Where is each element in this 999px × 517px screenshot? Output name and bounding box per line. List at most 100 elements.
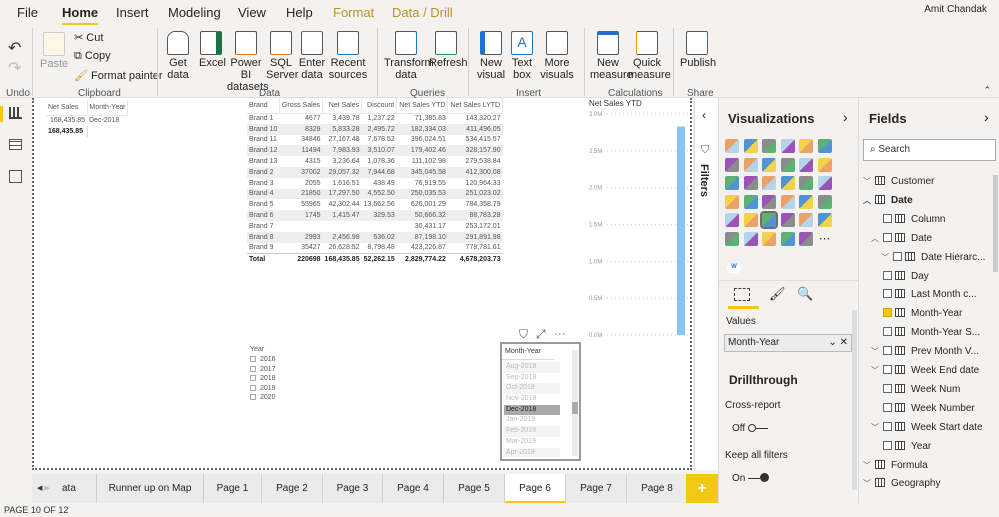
- checkbox[interactable]: [883, 421, 892, 431]
- clustered-bar-icon[interactable]: [762, 139, 776, 153]
- field-item[interactable]: ﹀Week Number: [871, 402, 975, 414]
- field-item[interactable]: ﹀Month-Year: [871, 308, 962, 319]
- transform-data-button[interactable]: Transform data: [384, 31, 434, 81]
- ribbon-tab[interactable]: Home: [62, 5, 99, 25]
- slicer-item[interactable]: Jan-2019: [504, 415, 560, 427]
- ribbon-tab[interactable]: Insert: [116, 5, 149, 20]
- chevron-down-icon[interactable]: ﹀: [881, 252, 893, 263]
- chevron-right-icon[interactable]: ›: [984, 109, 989, 125]
- bar[interactable]: [677, 126, 685, 335]
- page-scroll-arrows[interactable]: ◀ ▶: [32, 474, 62, 503]
- kpi-icon[interactable]: [725, 213, 739, 227]
- slicer-item[interactable]: 2017: [250, 365, 276, 375]
- field-item[interactable]: ﹀Month-Year S...: [871, 327, 980, 338]
- power-bi-datasets-button[interactable]: Power BI datasets: [227, 31, 269, 93]
- slicer-item[interactable]: Sep-2018: [504, 372, 560, 384]
- slicer-item[interactable]: 2018: [250, 374, 276, 384]
- page-tab[interactable]: Page 3: [323, 474, 383, 503]
- page-tab[interactable]: Runner up on Map: [97, 474, 204, 503]
- chevron-down-icon[interactable]: ﹀: [863, 176, 875, 187]
- add-page-button[interactable]: +: [686, 474, 718, 503]
- field-item[interactable]: ︿ Date: [871, 232, 932, 244]
- decomposition-tree-icon[interactable]: [743, 231, 758, 246]
- column-header[interactable]: Gross Sales: [279, 98, 324, 114]
- publish-button[interactable]: Publish: [680, 31, 716, 69]
- arcgis-icon[interactable]: [780, 231, 795, 246]
- data-view-icon[interactable]: [9, 139, 22, 150]
- field-item[interactable]: ﹀Year: [871, 440, 931, 452]
- slicer-item[interactable]: 2020: [250, 393, 276, 403]
- field-item[interactable]: ﹀ Customer: [863, 176, 934, 187]
- ribbon-tab[interactable]: Modeling: [168, 5, 221, 20]
- column-header[interactable]: Net Sales LYTD: [447, 98, 504, 114]
- format-painter-button[interactable]: 🖌 Format painter: [74, 69, 163, 82]
- page-tab[interactable]: Page 4: [383, 474, 444, 503]
- more-visuals-button[interactable]: More visuals: [538, 31, 576, 81]
- month-year-slicer[interactable]: Month-Year Aug-2018 Sep-2018 Oct-2018 Nov-2…: [500, 342, 581, 461]
- checkbox[interactable]: [883, 440, 892, 450]
- slicer-item[interactable]: 2016: [250, 355, 276, 365]
- sql-server-button[interactable]: SQL Server: [266, 31, 298, 81]
- slicer-item[interactable]: Dec-2018: [504, 404, 560, 416]
- slicer-item[interactable]: 2019: [250, 384, 276, 394]
- year-slicer[interactable]: Year 2016 2017 2018 2019 2020: [250, 346, 276, 403]
- chevron-right-icon[interactable]: ›: [843, 109, 848, 125]
- card-table[interactable]: Net Sales Month-Year 168,435.85 Dec-2018 1…: [46, 100, 129, 137]
- field-item[interactable]: ﹀ Week End date: [871, 365, 979, 376]
- excel-button[interactable]: Excel: [199, 31, 226, 69]
- chevron-down-icon[interactable]: ﹀: [871, 346, 883, 357]
- checkbox[interactable]: [250, 384, 256, 391]
- area-chart-icon[interactable]: [743, 157, 758, 172]
- undo-icon[interactable]: ↶: [8, 38, 21, 58]
- r-visual-icon[interactable]: [799, 213, 813, 227]
- checkbox[interactable]: [883, 346, 892, 356]
- checkbox[interactable]: [883, 232, 892, 242]
- line-chart-icon[interactable]: [725, 157, 739, 172]
- new-visual-button[interactable]: New visual: [476, 31, 506, 81]
- checkbox[interactable]: [883, 383, 892, 393]
- page-tab[interactable]: Page 2: [262, 474, 323, 503]
- field-item[interactable]: ﹀Column: [871, 213, 945, 225]
- field-item[interactable]: ﹀ Formula: [863, 459, 928, 471]
- more-visuals-icon[interactable]: ⋯: [818, 232, 832, 246]
- slicer-item[interactable]: Oct-2018: [504, 383, 560, 395]
- column-header[interactable]: Discount: [361, 98, 398, 114]
- filters-pane-collapsed[interactable]: ‹ ⛉ Filters: [694, 98, 718, 470]
- get-data-button[interactable]: Get data: [163, 31, 193, 81]
- page-tab[interactable]: Page 5: [444, 474, 505, 503]
- checkbox[interactable]: [883, 327, 892, 337]
- page-tab[interactable]: ata: [62, 474, 97, 503]
- field-item[interactable]: ﹀Day: [871, 270, 929, 282]
- copy-button[interactable]: ⧉ Copy: [74, 50, 111, 63]
- enter-data-button[interactable]: Enter data: [298, 31, 326, 81]
- checkbox[interactable]: [883, 308, 892, 318]
- slicer-icon[interactable]: [743, 213, 758, 227]
- fields-search-input[interactable]: ⌕ Search: [863, 139, 996, 161]
- filled-map-icon[interactable]: [743, 194, 758, 209]
- checkbox[interactable]: [883, 289, 892, 299]
- page-tab[interactable]: Page 1: [204, 474, 262, 503]
- stacked-column-icon[interactable]: [743, 139, 758, 153]
- checkbox[interactable]: [250, 365, 256, 372]
- slicer-item[interactable]: Nov-2018: [504, 394, 560, 405]
- treemap-icon[interactable]: [817, 176, 832, 190]
- clustered-column-icon[interactable]: [780, 139, 795, 153]
- column-header[interactable]: Net Sales: [322, 98, 363, 114]
- python-visual-icon[interactable]: [817, 213, 832, 227]
- 100-column-icon[interactable]: [817, 139, 832, 153]
- field-item[interactable]: ﹀ Date Hierarc...: [881, 251, 985, 263]
- remove-field-icon[interactable]: ⌄ ✕: [828, 335, 848, 351]
- values-field-well[interactable]: Month-Year ⌄ ✕: [724, 334, 852, 352]
- funnel-icon[interactable]: [743, 176, 758, 190]
- ribbon-tab[interactable]: Help: [286, 5, 313, 20]
- slicer-item[interactable]: Aug-2018: [504, 362, 560, 373]
- 100-bar-icon[interactable]: [799, 139, 813, 153]
- checkbox[interactable]: [883, 365, 892, 374]
- checkbox[interactable]: [250, 356, 256, 362]
- stacked-bar-icon[interactable]: [725, 139, 739, 153]
- custom-visual-icon[interactable]: W: [727, 264, 741, 273]
- keep-filters-toggle[interactable]: On: [732, 473, 770, 484]
- field-item[interactable]: ﹀ Week Start date: [871, 421, 983, 433]
- column-header[interactable]: Month-Year: [87, 100, 129, 116]
- refresh-button[interactable]: Refresh: [429, 31, 468, 69]
